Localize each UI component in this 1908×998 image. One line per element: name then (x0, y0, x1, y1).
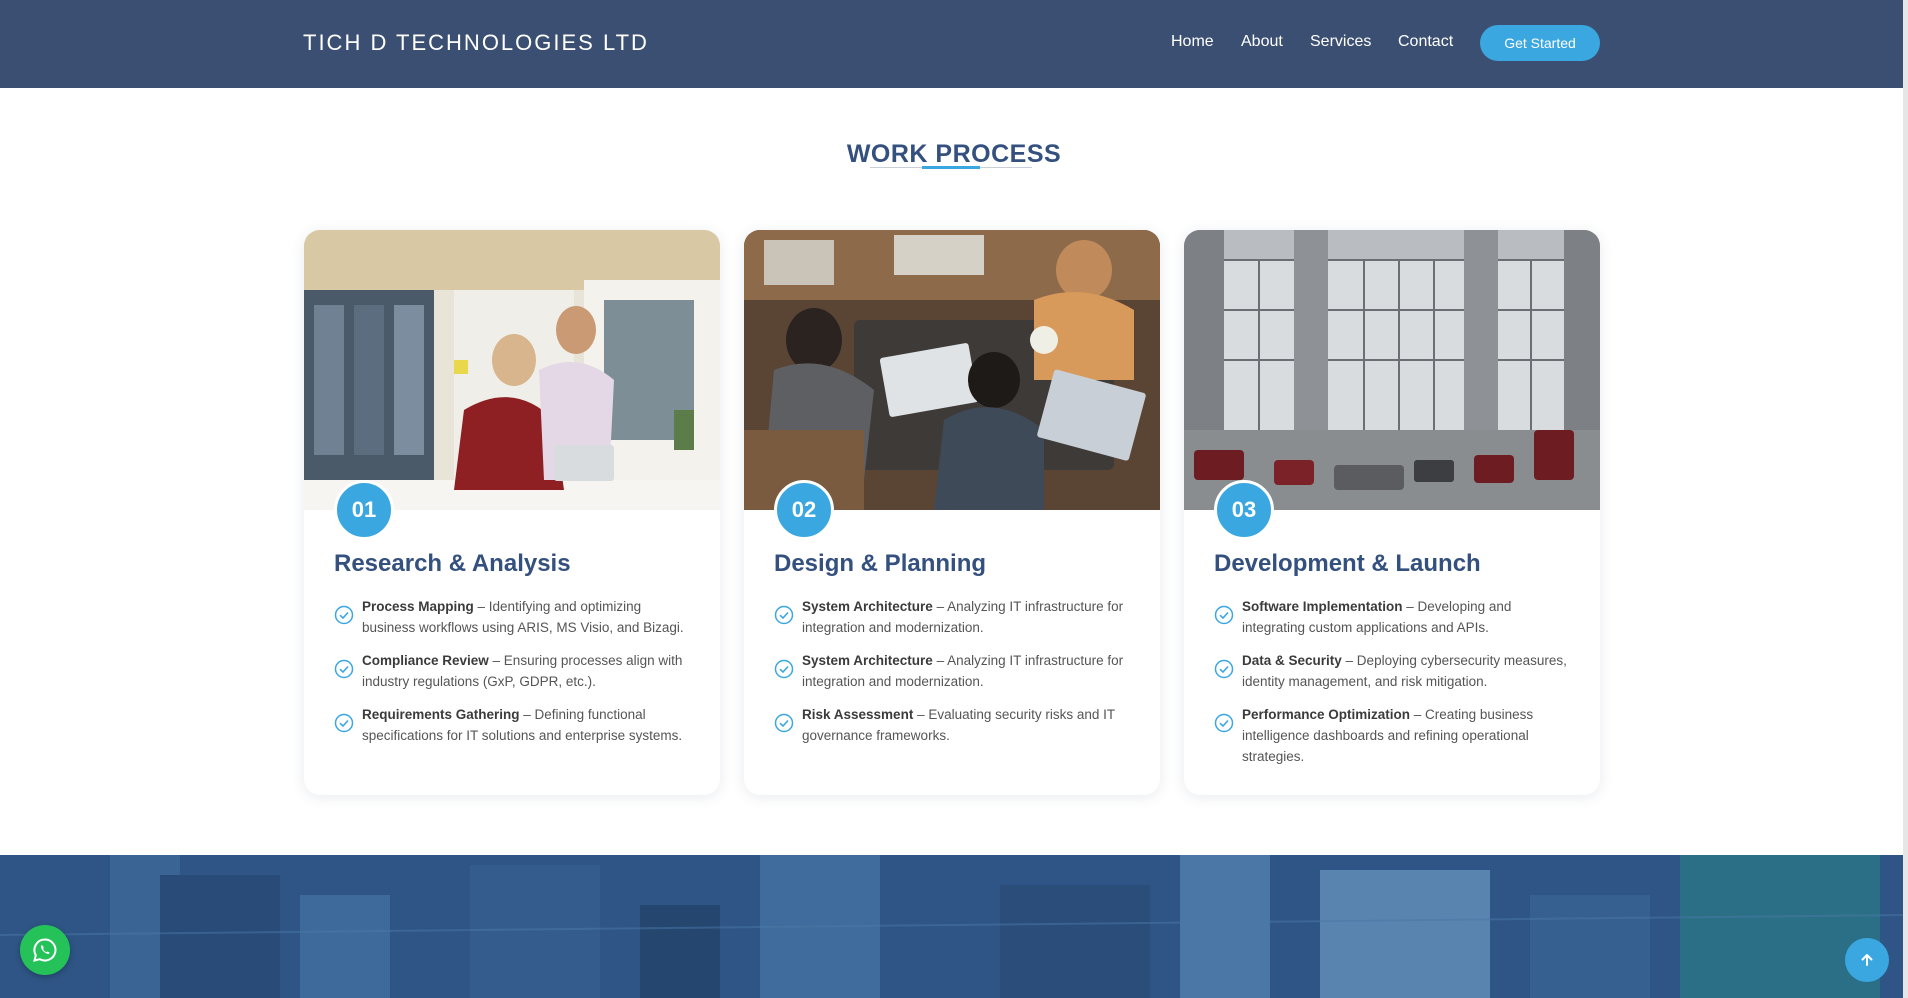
process-card-development: 03 Development & Launch Software Impleme… (1184, 230, 1600, 795)
step-number-badge: 03 (1214, 480, 1274, 540)
card-title: Development & Launch (1214, 550, 1481, 577)
section-title: WORK PROCESS (846, 140, 1062, 168)
list-item: Performance Optimization – Creating busi… (1214, 704, 1576, 767)
page-scrollbar[interactable] (1903, 0, 1908, 998)
item-heading: Requirements Gathering (362, 707, 520, 722)
check-circle-icon (1214, 605, 1234, 625)
item-heading: Process Mapping (362, 599, 474, 614)
card-title: Research & Analysis (334, 550, 571, 577)
list-item: Risk Assessment – Evaluating security ri… (774, 704, 1136, 746)
glass-lobby-photo (1184, 230, 1600, 510)
card-item-list: Software Implementation – Developing and… (1214, 596, 1576, 779)
list-item: Compliance Review – Ensuring processes a… (334, 650, 696, 692)
process-card-design: 02 Design & Planning System Architecture… (744, 230, 1160, 795)
arrow-up-icon (1861, 954, 1873, 966)
whatsapp-button[interactable] (20, 925, 70, 975)
get-started-button[interactable]: Get Started (1480, 25, 1600, 61)
site-header: TICH D TECHNOLOGIES LTD Home About Servi… (0, 0, 1908, 88)
card-item-list: System Architecture – Analyzing IT infra… (774, 596, 1136, 758)
step-number-badge: 01 (334, 480, 394, 540)
item-heading: Compliance Review (362, 653, 489, 668)
title-accent-bar (922, 166, 980, 169)
check-circle-icon (774, 605, 794, 625)
step-number-badge: 02 (774, 480, 834, 540)
item-heading: Data & Security (1242, 653, 1342, 668)
list-item: Data & Security – Deploying cybersecurit… (1214, 650, 1576, 692)
check-circle-icon (1214, 659, 1234, 679)
list-item: Requirements Gathering – Defining functi… (334, 704, 696, 746)
item-heading: Risk Assessment (802, 707, 914, 722)
process-card-research: 01 Research & Analysis Process Mapping –… (304, 230, 720, 795)
check-circle-icon (334, 605, 354, 625)
list-item: System Architecture – Analyzing IT infra… (774, 650, 1136, 692)
brand-logo[interactable]: TICH D TECHNOLOGIES LTD (303, 30, 649, 56)
check-circle-icon (334, 659, 354, 679)
check-circle-icon (774, 713, 794, 733)
city-skyline-image (0, 855, 1908, 998)
item-heading: System Architecture (802, 653, 933, 668)
item-heading: Software Implementation (1242, 599, 1403, 614)
list-item: Software Implementation – Developing and… (1214, 596, 1576, 638)
nav-home[interactable]: Home (1171, 33, 1214, 51)
list-item: Process Mapping – Identifying and optimi… (334, 596, 696, 638)
nav-services[interactable]: Services (1310, 33, 1371, 51)
check-circle-icon (774, 659, 794, 679)
item-heading: System Architecture (802, 599, 933, 614)
check-circle-icon (1214, 713, 1234, 733)
card-title: Design & Planning (774, 550, 987, 577)
list-item: System Architecture – Analyzing IT infra… (774, 596, 1136, 638)
item-heading: Performance Optimization (1242, 707, 1411, 722)
office-collaboration-photo (304, 230, 720, 510)
team-laptops-photo (744, 230, 1160, 510)
scroll-to-top-button[interactable] (1845, 938, 1889, 982)
card-item-list: Process Mapping – Identifying and optimi… (334, 596, 696, 758)
city-banner (0, 855, 1908, 998)
check-circle-icon (334, 713, 354, 733)
nav-about[interactable]: About (1241, 33, 1283, 51)
nav-contact[interactable]: Contact (1398, 33, 1453, 51)
whatsapp-icon (33, 938, 57, 962)
